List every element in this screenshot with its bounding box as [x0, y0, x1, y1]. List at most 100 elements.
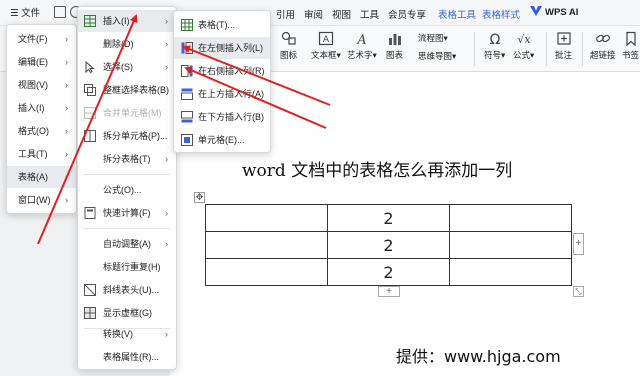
- tab-table-style[interactable]: 表格样式: [482, 7, 520, 21]
- menu-item-view[interactable]: 视图(V) ›: [7, 74, 76, 96]
- table-resize-handle[interactable]: ⤡: [573, 286, 584, 297]
- menu-item-label: 快速计算(F): [103, 208, 151, 218]
- menu-item-label: 在左侧插入列(L): [198, 43, 263, 53]
- menu-item-auto-fit[interactable]: 自动调整(A) ›: [78, 233, 176, 255]
- comment-button[interactable]: 批注: [555, 31, 572, 61]
- menu-item-insert[interactable]: 插入(I) ›: [7, 97, 76, 119]
- menu-item-insert-column-right[interactable]: 在右侧插入列(R): [174, 60, 270, 82]
- menu-item-insert-row-below[interactable]: 在下方插入行(B): [174, 106, 270, 128]
- wordart-button[interactable]: A 艺术字▾: [347, 31, 377, 61]
- table-cell[interactable]: [205, 204, 328, 232]
- menu-item-label: 转换(V): [103, 329, 133, 339]
- table-cell[interactable]: [205, 258, 328, 286]
- table-cell[interactable]: 2: [327, 231, 450, 259]
- bookmark-label: 书签: [622, 50, 640, 60]
- table-cell[interactable]: [449, 258, 572, 286]
- menu-item-repeat-header[interactable]: 标题行重复(H): [78, 256, 176, 278]
- menu-item-diagonal-header[interactable]: 斜线表头(U)...: [78, 279, 176, 301]
- textbox-label: 文本框▾: [311, 50, 341, 60]
- chevron-right-icon: ›: [65, 57, 68, 67]
- table-cell[interactable]: 2: [327, 204, 450, 232]
- chart-label: 图表: [386, 50, 404, 60]
- menu-item-insert-column-left[interactable]: 在左侧插入列(L): [174, 37, 270, 59]
- tab-view[interactable]: 视图: [332, 7, 351, 21]
- table-cell[interactable]: [449, 204, 572, 232]
- table-cell[interactable]: [205, 231, 328, 259]
- chevron-right-icon: ›: [65, 195, 68, 205]
- toolbar-divider: [546, 32, 547, 66]
- bookmark-button[interactable]: 书签: [622, 31, 639, 61]
- toolbar-divider: [582, 32, 583, 66]
- toolbar-divider: [474, 32, 475, 66]
- menu-item-label: 表格(A): [18, 172, 48, 182]
- hyperlink-label: 超链接: [590, 50, 616, 60]
- menu-item-show-gridlines[interactable]: 显示虚框(G): [78, 302, 176, 324]
- menu-item-label: 拆分单元格(P)...: [103, 131, 168, 141]
- tab-references[interactable]: 引用: [276, 7, 295, 21]
- shapes-button[interactable]: 图标: [280, 31, 297, 61]
- formula-button[interactable]: √x 公式▾: [513, 31, 534, 61]
- symbol-label: 符号▾: [484, 50, 506, 60]
- menu-item-table-insert[interactable]: 插入(I) ›: [78, 10, 176, 32]
- textbox-icon: A: [318, 31, 333, 46]
- menu-divider: [84, 228, 170, 229]
- chevron-right-icon: ›: [165, 239, 168, 249]
- wps-ai-button[interactable]: WPS AI: [530, 6, 578, 18]
- menu-item-table-select[interactable]: 选择(S) ›: [78, 56, 176, 78]
- wps-ai-logo-icon: [530, 6, 542, 16]
- table-cell[interactable]: [449, 231, 572, 259]
- menu-item-file[interactable]: 文件(F) ›: [7, 28, 76, 50]
- menu-item-insert-row-above[interactable]: 在上方插入行(A): [174, 83, 270, 105]
- menu-item-select-whole-table[interactable]: 整框选择表格(B): [78, 79, 176, 101]
- menu-item-tools[interactable]: 工具(T) ›: [7, 143, 76, 165]
- menu-item-format[interactable]: 格式(O) ›: [7, 120, 76, 142]
- textbox-button[interactable]: A 文本框▾: [311, 31, 341, 61]
- menu-item-formula[interactable]: 公式(O)...: [78, 179, 176, 201]
- tab-member[interactable]: 会员专享: [388, 7, 426, 21]
- svg-text:Ω: Ω: [489, 32, 500, 46]
- save-icon[interactable]: [54, 6, 66, 18]
- chart-button[interactable]: 图表: [386, 31, 403, 61]
- table-move-handle[interactable]: ✥: [194, 192, 205, 203]
- chevron-right-icon: ›: [165, 16, 168, 26]
- select-table-icon: [84, 84, 96, 96]
- calculator-icon: [84, 207, 96, 219]
- tab-table-tools[interactable]: 表格工具: [438, 7, 476, 21]
- table-cell[interactable]: 2: [327, 258, 450, 286]
- file-menu: 文件(F) › 编辑(E) › 视图(V) › 插入(I) › 格式(O) › 工具(T)…: [6, 24, 77, 214]
- menu-item-label: 选择(S): [103, 62, 133, 72]
- menu-item-label: 自动调整(A): [103, 239, 151, 249]
- menu-item-convert[interactable]: 转换(V) ›: [78, 323, 176, 345]
- menu-item-insert-cells[interactable]: 单元格(E)...: [174, 129, 270, 151]
- add-column-button[interactable]: +: [573, 233, 584, 255]
- menu-item-label: 公式(O)...: [103, 185, 142, 195]
- flowchart-button[interactable]: 流程图▾: [418, 32, 448, 44]
- svg-text:A: A: [356, 33, 366, 46]
- menu-item-split-cells[interactable]: 拆分单元格(P)...: [78, 125, 176, 147]
- menu-item-merge-cells[interactable]: 合并单元格(M): [78, 102, 176, 124]
- mindmap-button[interactable]: 思维导图▾: [418, 50, 456, 62]
- shapes-label: 图标: [280, 50, 298, 60]
- menu-item-label: 视图(V): [18, 80, 48, 90]
- merge-cells-icon: [84, 107, 96, 119]
- menu-item-quick-calc[interactable]: 快速计算(F) ›: [78, 202, 176, 224]
- main-menu-button[interactable]: ☰ 文件: [6, 5, 44, 21]
- add-row-button[interactable]: +: [378, 286, 400, 297]
- menu-item-table-delete[interactable]: 删除(D) ›: [78, 33, 176, 55]
- menu-item-edit[interactable]: 编辑(E) ›: [7, 51, 76, 73]
- symbol-button[interactable]: Ω 符号▾: [484, 31, 505, 61]
- hyperlink-button[interactable]: 超链接: [590, 31, 616, 61]
- menu-item-label: 删除(D): [103, 39, 134, 49]
- menu-item-table-properties[interactable]: 表格属性(R)...: [78, 346, 176, 368]
- insert-row-below-icon: [181, 111, 193, 123]
- document-table[interactable]: 2 2 2: [205, 204, 572, 286]
- menu-item-label: 显示虚框(G): [103, 308, 152, 318]
- tab-tools[interactable]: 工具: [360, 7, 379, 21]
- tab-review[interactable]: 审阅: [304, 7, 323, 21]
- menu-item-label: 插入(I): [103, 16, 130, 26]
- menu-item-table[interactable]: 表格(A) ›: [7, 166, 76, 188]
- wordart-icon: A: [356, 33, 366, 46]
- menu-item-insert-table[interactable]: 表格(T)...: [174, 14, 270, 36]
- menu-item-window[interactable]: 窗口(W) ›: [7, 189, 76, 211]
- menu-item-split-table[interactable]: 拆分表格(T) ›: [78, 148, 176, 170]
